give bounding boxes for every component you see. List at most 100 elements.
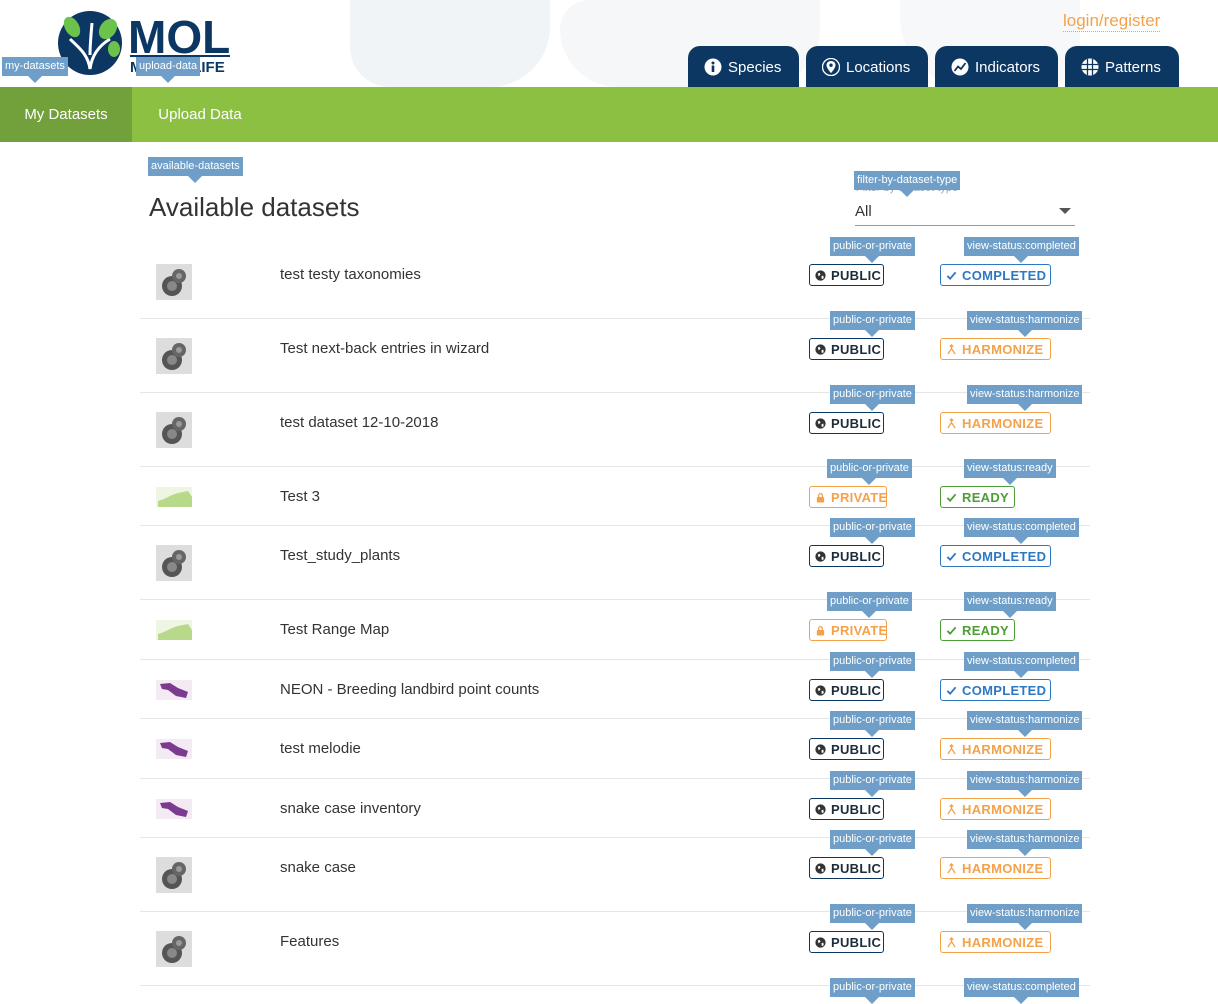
visibility-badge[interactable]: PUBLIC [809, 412, 884, 434]
chart-icon [951, 58, 969, 76]
tab-my-datasets[interactable]: My Datasets [0, 87, 132, 142]
globe-icon [815, 862, 826, 874]
merge-icon [946, 417, 957, 429]
tag-public-or-private: public-or-private [827, 592, 912, 618]
dataset-title[interactable]: Test Range Map [280, 621, 389, 638]
dataset-row[interactable]: snake case PUBLIC HARMONIZE [140, 838, 1090, 912]
login-register-link[interactable]: login/register [1063, 11, 1161, 32]
status-badge[interactable]: READY [940, 486, 1015, 508]
tag-public-or-private: public-or-private [830, 518, 915, 544]
tag-public-or-private: public-or-private [830, 978, 915, 1004]
tag-view-status: view-status:ready [964, 592, 1056, 618]
status-badge[interactable]: COMPLETED [940, 545, 1051, 567]
merge-icon [946, 936, 957, 948]
dataset-title[interactable]: Test next-back entries in wizard [280, 340, 489, 357]
status-badge[interactable]: HARMONIZE [940, 738, 1051, 760]
visibility-badge[interactable]: PUBLIC [809, 738, 884, 760]
dataset-row[interactable]: test testy taxonomies PUBLIC COMPLETED [140, 245, 1090, 319]
point-icon [156, 857, 192, 893]
status-badge[interactable]: HARMONIZE [940, 412, 1051, 434]
tag-available-datasets: available-datasets [148, 157, 243, 183]
globe-icon [815, 343, 826, 355]
tag-view-status: view-status:completed [964, 978, 1079, 1004]
status-label: COMPLETED [962, 267, 1047, 283]
status-badge[interactable]: READY [940, 619, 1015, 641]
dataset-row[interactable]: NEON - Breeding landbird point counts PUB… [140, 660, 1090, 719]
status-badge[interactable]: HARMONIZE [940, 931, 1051, 953]
visibility-label: PUBLIC [831, 341, 882, 357]
visibility-label: PUBLIC [831, 934, 882, 950]
nav-tab-label: Species [728, 58, 782, 76]
tag-view-status: view-status:completed [964, 518, 1079, 544]
status-badge[interactable]: HARMONIZE [940, 798, 1051, 820]
dataset-title[interactable]: NEON - Breeding landbird point counts [280, 681, 539, 698]
nav-tab-label: Indicators [975, 58, 1041, 76]
tag-public-or-private: public-or-private [827, 459, 912, 485]
checkmark-icon [946, 551, 957, 562]
checkmark-icon [946, 492, 957, 503]
dataset-type-filter[interactable]: All [855, 198, 1075, 226]
range-icon [156, 612, 192, 648]
dataset-row[interactable]: snake case inventory PUBLIC HARMONIZE [140, 779, 1090, 838]
nav-tab-label: Patterns [1105, 58, 1161, 76]
point-icon [156, 931, 192, 967]
filter-selected-value: All [855, 203, 872, 220]
status-badge[interactable]: COMPLETED [940, 679, 1051, 701]
dataset-row[interactable]: Test_study_plants PUBLIC COMPLETED [140, 526, 1090, 600]
tag-public-or-private: public-or-private [830, 652, 915, 678]
globe-icon [815, 550, 826, 562]
visibility-label: PUBLIC [831, 741, 882, 757]
tag-view-status: view-status:ready [964, 459, 1056, 485]
inventory-icon [156, 791, 192, 827]
visibility-label: PRIVATE [831, 622, 888, 638]
nav-tab-label: Locations [846, 58, 911, 76]
status-label: HARMONIZE [962, 415, 1044, 431]
nav-tab-patterns[interactable]: Patterns [1065, 46, 1179, 87]
visibility-badge[interactable]: PUBLIC [809, 338, 884, 360]
tag-view-status: view-status:completed [964, 237, 1079, 263]
dataset-row[interactable]: test dataset 12-10-2018 PUBLIC HARMONIZE [140, 393, 1090, 467]
dataset-row[interactable]: Test Range Map PRIVATE READY [140, 600, 1090, 660]
visibility-badge[interactable]: PUBLIC [809, 857, 884, 879]
dataset-row[interactable]: Features PUBLIC HARMONIZE [140, 912, 1090, 986]
dataset-row[interactable]: Test next-back entries in wizard PUBLIC HA… [140, 319, 1090, 393]
dataset-title[interactable]: Test_study_plants [280, 547, 400, 564]
tag-public-or-private: public-or-private [830, 830, 915, 856]
status-badge[interactable]: COMPLETED [940, 264, 1051, 286]
tab-upload-data[interactable]: Upload Data [132, 87, 268, 142]
dataset-title[interactable]: Test 3 [280, 488, 320, 505]
dataset-title[interactable]: test testy taxonomies [280, 266, 421, 283]
checkmark-icon [946, 625, 957, 636]
tag-public-or-private: public-or-private [830, 904, 915, 930]
inventory-icon [156, 731, 192, 767]
checkmark-icon [946, 270, 957, 281]
nav-tab-locations[interactable]: Locations [806, 46, 928, 87]
dataset-row[interactable]: test melodie PUBLIC HARMONIZE [140, 719, 1090, 779]
nav-tab-indicators[interactable]: Indicators [935, 46, 1058, 87]
visibility-badge[interactable]: PUBLIC [809, 931, 884, 953]
dataset-title[interactable]: Features [280, 933, 339, 950]
status-label: HARMONIZE [962, 934, 1044, 950]
nav-tab-species[interactable]: Species [688, 46, 799, 87]
tag-view-status: view-status:completed [964, 652, 1079, 678]
visibility-badge[interactable]: PUBLIC [809, 798, 884, 820]
dataset-title[interactable]: snake case [280, 859, 356, 876]
visibility-label: PUBLIC [831, 548, 882, 564]
map-pin-icon [822, 58, 840, 76]
visibility-badge[interactable]: PRIVATE [809, 619, 887, 641]
status-badge[interactable]: HARMONIZE [940, 338, 1051, 360]
dataset-title[interactable]: test dataset 12-10-2018 [280, 414, 438, 431]
visibility-badge[interactable]: PUBLIC [809, 679, 884, 701]
tag-public-or-private: public-or-private [830, 237, 915, 263]
visibility-badge[interactable]: PUBLIC [809, 545, 884, 567]
dataset-title[interactable]: test melodie [280, 740, 361, 757]
tag-my-datasets: my-datasets [2, 57, 68, 83]
visibility-badge[interactable]: PUBLIC [809, 264, 884, 286]
dataset-title[interactable]: snake case inventory [280, 800, 421, 817]
visibility-badge[interactable]: PRIVATE [809, 486, 887, 508]
globe-icon [815, 936, 826, 948]
globe-icon [815, 684, 826, 696]
visibility-label: PUBLIC [831, 682, 882, 698]
status-badge[interactable]: HARMONIZE [940, 857, 1051, 879]
dataset-row[interactable]: Test 3 PRIVATE READY [140, 467, 1090, 526]
